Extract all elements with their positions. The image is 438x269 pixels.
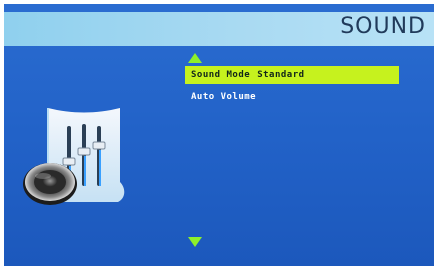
scroll-up-icon[interactable]: [188, 53, 202, 63]
header-bar: SOUND: [4, 12, 434, 46]
menu-item-label: Sound Mode: [191, 70, 251, 80]
menu-item-sound-mode[interactable]: Sound Mode Standard: [185, 66, 399, 84]
menu-item-label: Auto Volume: [191, 92, 257, 102]
menu-item-auto-volume[interactable]: Auto Volume: [185, 88, 399, 106]
scroll-down-icon[interactable]: [188, 237, 202, 247]
equalizer-speaker-icon: [23, 108, 125, 205]
page-title: SOUND: [340, 14, 426, 39]
menu-item-value: Standard: [257, 70, 305, 80]
osd-screen: SOUND Sound Mode Standard Auto Volume: [4, 4, 434, 266]
